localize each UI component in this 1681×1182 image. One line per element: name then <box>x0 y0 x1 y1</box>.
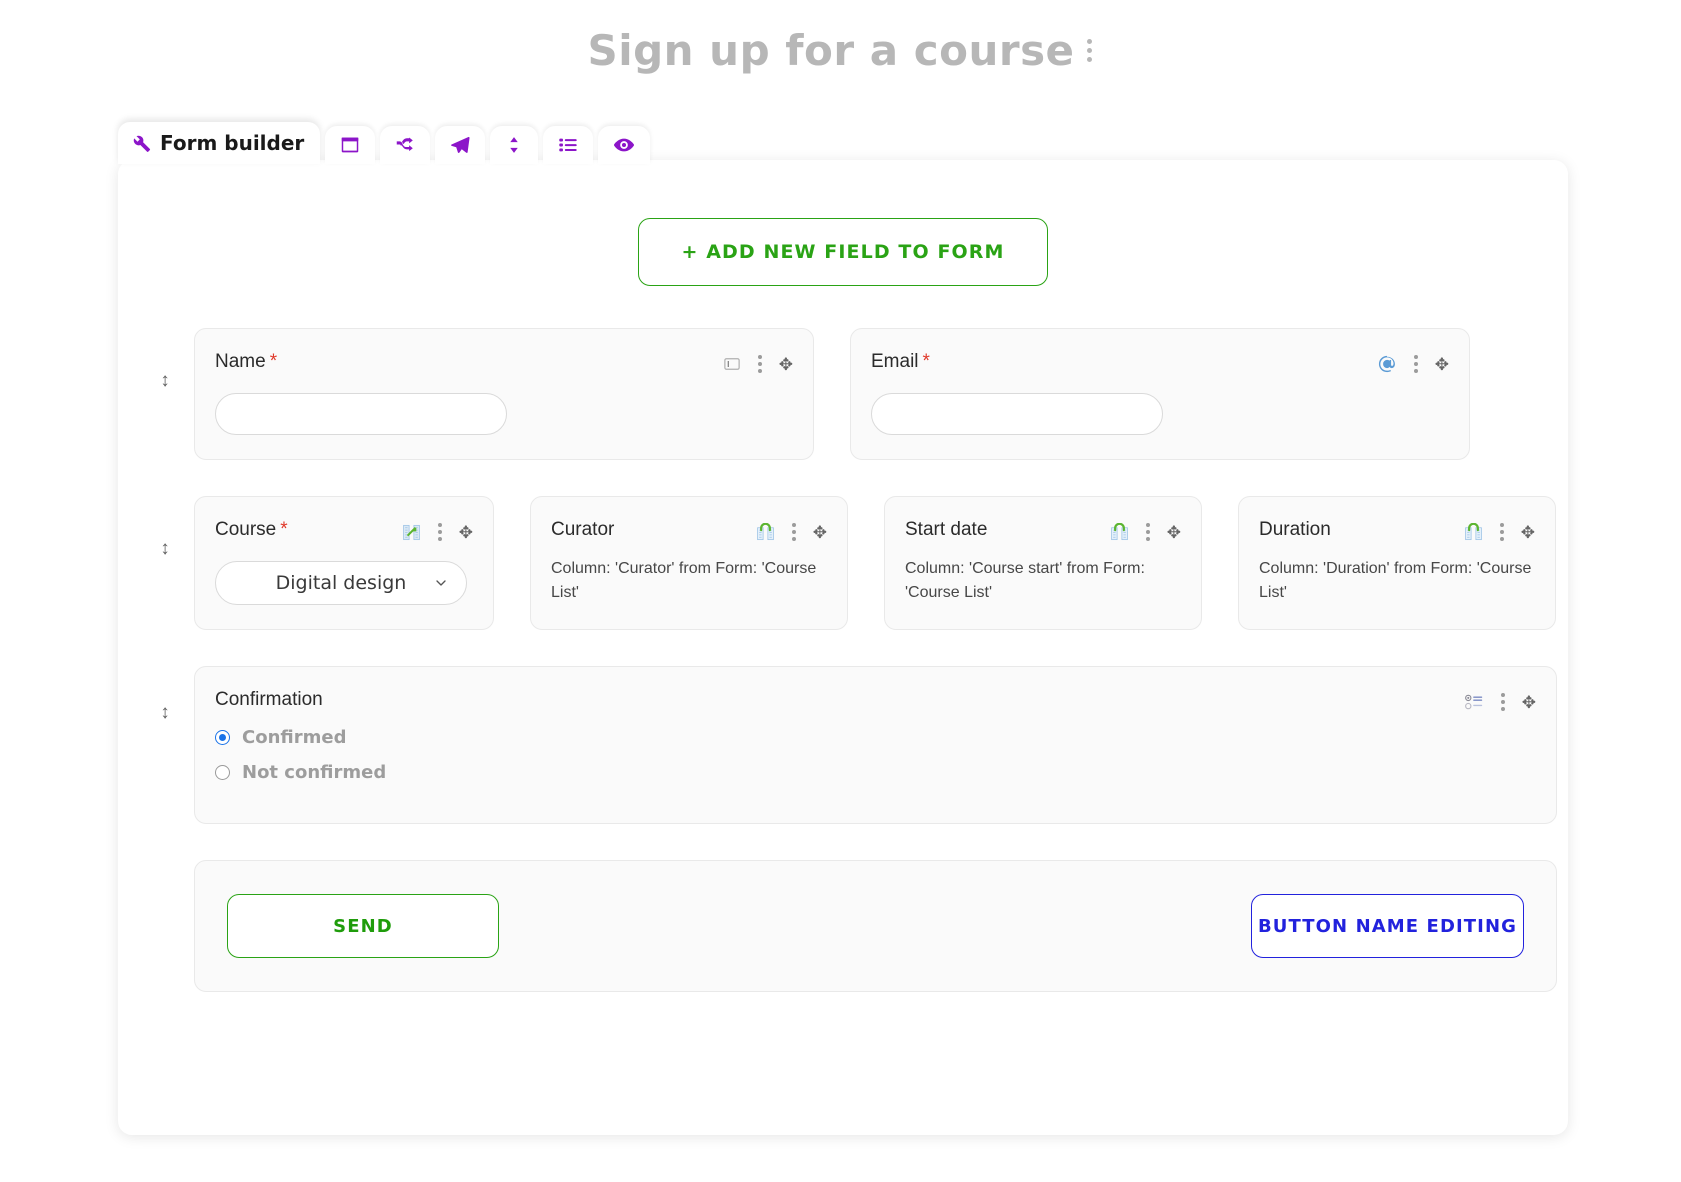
field-card-start-date[interactable]: Start date ✥ Column: 'Course start' from… <box>884 496 1202 630</box>
field-row: ↕ Course * ✥ Digital design Curator ✥ Co… <box>118 496 1568 630</box>
field-label-email: Email * <box>871 351 930 373</box>
shuffle-icon <box>394 134 416 156</box>
form-field-rows: ↕ Name * ✥ Email * ✥ ↕ Course * ✥ Digita… <box>118 286 1568 992</box>
tab-form-builder-label: Form builder <box>160 131 305 155</box>
field-move-icon[interactable]: ✥ <box>1521 524 1535 541</box>
field-label-confirmation: Confirmation <box>215 689 323 710</box>
field-move-icon[interactable]: ✥ <box>459 524 473 541</box>
field-card-email[interactable]: Email * ✥ <box>850 328 1470 460</box>
radio-list-icon[interactable] <box>1464 693 1484 711</box>
field-move-icon[interactable]: ✥ <box>1435 356 1449 373</box>
add-field-row: + ADD NEW FIELD TO FORM <box>118 160 1568 286</box>
form-actions-card: SEND BUTTON NAME EDITING <box>194 860 1557 992</box>
field-menu-kebab-icon[interactable] <box>1498 691 1508 713</box>
field-row: ↕ Confirmation ✥ Confirmed Not confirmed <box>118 666 1568 824</box>
tab-shuffle[interactable] <box>380 126 431 164</box>
radio-option-not-confirmed[interactable]: Not confirmed <box>215 762 1536 783</box>
page-header: Sign up for a course <box>0 0 1681 75</box>
list-icon <box>557 134 579 156</box>
field-label-name-text: Name <box>215 351 266 372</box>
paper-plane-icon <box>449 134 471 156</box>
send-button[interactable]: SEND <box>227 894 499 958</box>
field-menu-kebab-icon[interactable] <box>789 521 799 543</box>
row-drag-handle[interactable]: ↕ <box>154 666 176 724</box>
button-name-editing-button[interactable]: BUTTON NAME EDITING <box>1250 894 1524 958</box>
row-drag-handle[interactable]: ↕ <box>154 496 176 560</box>
field-move-icon[interactable]: ✥ <box>813 524 827 541</box>
radio-option-confirmed[interactable]: Confirmed <box>215 727 1536 748</box>
add-new-field-button[interactable]: + ADD NEW FIELD TO FORM <box>638 218 1048 286</box>
row-spacer <box>154 860 176 902</box>
tab-list[interactable] <box>543 126 594 164</box>
email-input[interactable] <box>871 393 1163 435</box>
tab-sort[interactable] <box>490 126 539 164</box>
field-card-curator[interactable]: Curator ✥ Column: 'Curator' from Form: '… <box>530 496 848 630</box>
sort-updown-icon <box>504 134 524 156</box>
linked-table-icon[interactable] <box>402 523 421 542</box>
at-email-icon[interactable] <box>1377 354 1397 374</box>
row-drag-handle[interactable]: ↕ <box>154 328 176 392</box>
field-description-curator: Column: 'Curator' from Form: 'Course Lis… <box>551 560 817 601</box>
field-move-icon[interactable]: ✥ <box>779 356 793 373</box>
field-menu-kebab-icon[interactable] <box>435 521 445 543</box>
field-card-name[interactable]: Name * ✥ <box>194 328 814 460</box>
tab-bar: Form builder <box>118 122 651 164</box>
field-card-course[interactable]: Course * ✥ Digital design <box>194 496 494 630</box>
tab-window[interactable] <box>325 126 376 164</box>
required-asterisk: * <box>922 351 930 372</box>
field-move-icon[interactable]: ✥ <box>1522 694 1536 711</box>
linked-form-icon[interactable] <box>756 522 775 542</box>
tab-send[interactable] <box>435 126 486 164</box>
field-menu-kebab-icon[interactable] <box>1143 521 1153 543</box>
linked-form-icon[interactable] <box>1110 522 1129 542</box>
field-label-email-text: Email <box>871 351 919 372</box>
radio-not-confirmed-icon[interactable] <box>215 765 230 780</box>
radio-option-label: Confirmed <box>242 727 347 748</box>
required-asterisk: * <box>269 351 278 372</box>
field-label-name: Name * <box>215 351 277 373</box>
action-row: SEND BUTTON NAME EDITING <box>118 860 1568 992</box>
name-input[interactable] <box>215 393 507 435</box>
field-description-duration: Column: 'Duration' from Form: 'Course Li… <box>1259 560 1532 601</box>
eye-icon <box>612 134 636 156</box>
radio-confirmed-icon[interactable] <box>215 730 230 745</box>
course-select[interactable]: Digital design <box>215 561 467 605</box>
field-label-course: Course * <box>215 519 288 541</box>
form-builder-panel: + ADD NEW FIELD TO FORM ↕ Name * ✥ Email… <box>118 160 1568 1135</box>
field-menu-kebab-icon[interactable] <box>1497 521 1507 543</box>
field-label-start-date: Start date <box>905 519 988 540</box>
tab-preview[interactable] <box>598 126 651 164</box>
linked-form-icon[interactable] <box>1464 522 1483 542</box>
wrench-icon <box>130 132 152 154</box>
radio-option-label: Not confirmed <box>242 762 387 783</box>
text-field-icon[interactable] <box>723 355 741 373</box>
field-label-course-text: Course <box>215 519 277 540</box>
page-title: Sign up for a course <box>587 26 1075 75</box>
field-label-curator: Curator <box>551 519 615 540</box>
field-label-duration: Duration <box>1259 519 1331 540</box>
field-row: ↕ Name * ✥ Email * ✥ <box>118 328 1568 460</box>
app-root: Sign up for a course Form builder + ADD … <box>0 0 1681 1182</box>
field-menu-kebab-icon[interactable] <box>1411 353 1421 375</box>
field-card-duration[interactable]: Duration ✥ Column: 'Duration' from Form:… <box>1238 496 1556 630</box>
course-select-wrap: Digital design <box>215 561 467 605</box>
field-move-icon[interactable]: ✥ <box>1167 524 1181 541</box>
required-asterisk: * <box>280 519 288 540</box>
field-description-start-date: Column: 'Course start' from Form: 'Cours… <box>905 560 1145 601</box>
window-icon <box>339 134 361 156</box>
page-menu-kebab-icon[interactable] <box>1085 35 1094 66</box>
tab-form-builder[interactable]: Form builder <box>118 122 321 164</box>
field-menu-kebab-icon[interactable] <box>755 353 765 375</box>
field-card-confirmation[interactable]: Confirmation ✥ Confirmed Not confirmed <box>194 666 1557 824</box>
